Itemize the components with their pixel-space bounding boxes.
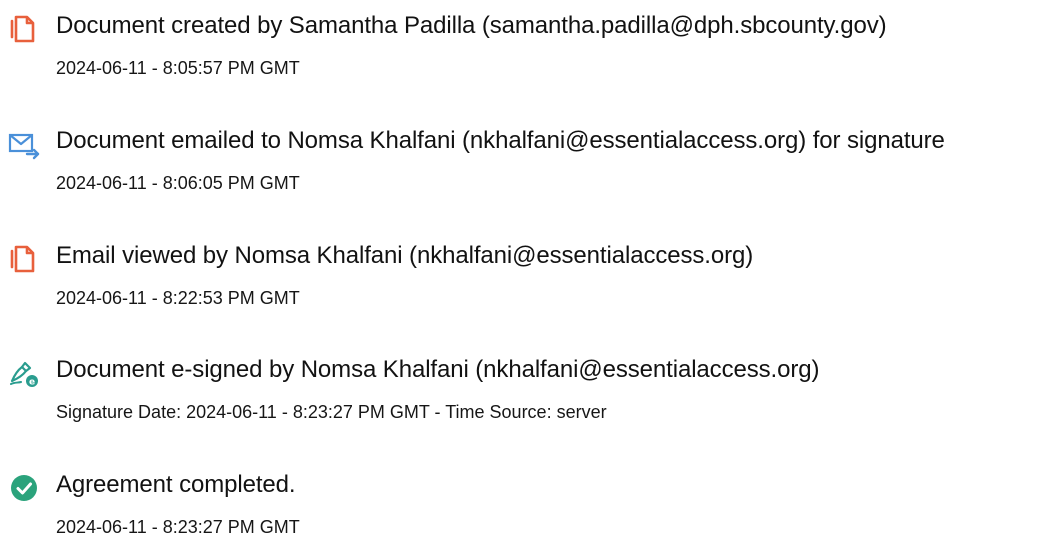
svg-text:e: e [29,378,35,388]
audit-event-document-created: Document created by Samantha Padilla (sa… [0,0,1054,80]
audit-event-email-viewed: Email viewed by Nomsa Khalfani (nkhalfan… [0,230,1054,310]
audit-event-agreement-completed: Agreement completed. 2024-06-11 - 8:23:2… [0,459,1054,539]
document-icon [7,12,41,46]
event-description: Document emailed to Nomsa Khalfani (nkha… [56,127,945,154]
audit-event-document-esigned: e Document e-signed by Nomsa Khalfani (n… [0,344,1054,424]
event-description: Email viewed by Nomsa Khalfani (nkhalfan… [56,242,754,269]
e-sign-pen-icon: e [7,356,41,390]
event-timestamp: 2024-06-11 - 8:22:53 PM GMT [56,288,300,308]
event-timestamp: 2024-06-11 - 8:05:57 PM GMT [56,58,300,78]
email-sent-icon [7,127,41,161]
event-timestamp: 2024-06-11 - 8:06:05 PM GMT [56,173,300,193]
check-circle-icon [7,471,41,505]
audit-event-document-emailed: Document emailed to Nomsa Khalfani (nkha… [0,115,1054,195]
event-timestamp: 2024-06-11 - 8:23:27 PM GMT [56,517,300,537]
event-timestamp: Signature Date: 2024-06-11 - 8:23:27 PM … [56,402,607,422]
event-description: Agreement completed. [56,471,296,498]
audit-trail-event-list: Document created by Samantha Padilla (sa… [0,0,1054,537]
document-icon [7,242,41,276]
event-description: Document created by Samantha Padilla (sa… [56,12,887,39]
event-description: Document e-signed by Nomsa Khalfani (nkh… [56,356,820,383]
